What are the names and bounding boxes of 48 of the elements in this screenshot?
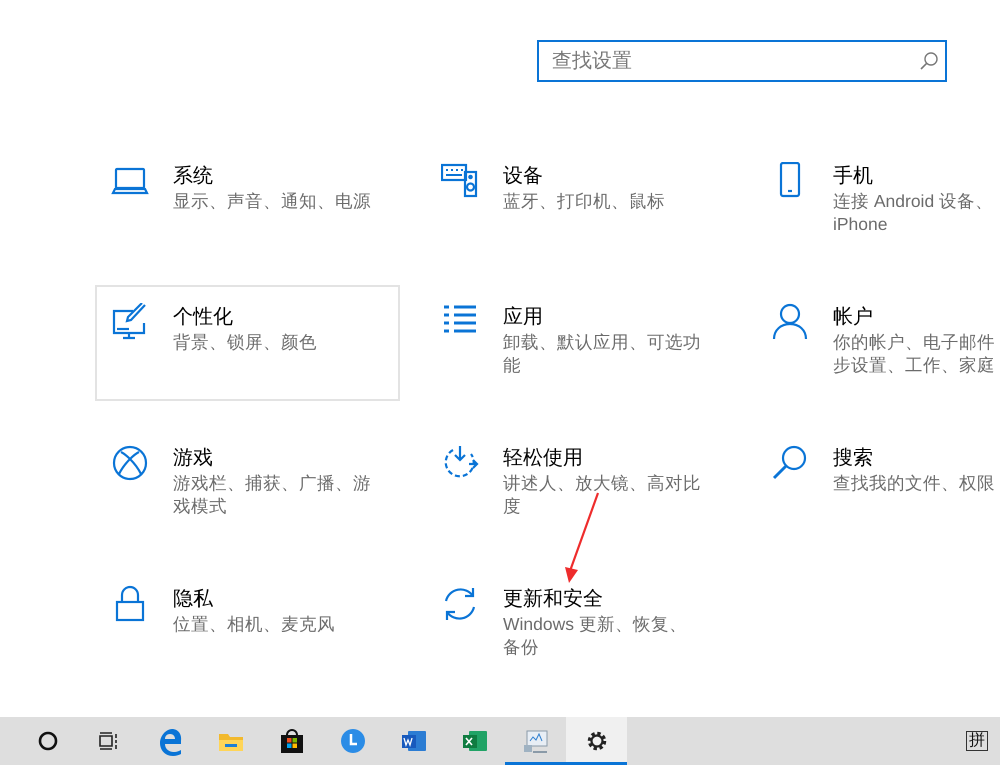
tile-description: 位置、相机、麦克风 (173, 613, 335, 636)
settings-tile[interactable]: 游戏 游戏栏、捕获、广播、游 戏模式 (95, 426, 400, 542)
settings-tile[interactable]: 搜索 查找我的文件、权限 (755, 426, 1000, 542)
xbox-icon (111, 444, 149, 482)
tile-description: 游戏栏、捕获、广播、游 (173, 472, 371, 495)
tile-description: 步设置、工作、家庭 (833, 354, 995, 377)
tile-description: 查找我的文件、权限 (833, 472, 995, 495)
keyboard-speaker-icon (441, 162, 479, 200)
tile-title: 设备 (503, 164, 543, 189)
taskbar-button[interactable] (566, 717, 627, 765)
tile-description: 戏模式 (173, 495, 227, 518)
settings-tile[interactable]: 帐户 你的帐户、电子邮件 步设置、工作、家庭 (755, 285, 1000, 401)
settings-tile[interactable]: 个性化 背景、锁屏、颜色 (95, 285, 400, 401)
tile-title: 应用 (503, 305, 543, 330)
settings-tile[interactable]: 轻松使用 讲述人、放大镜、高对比 度 (425, 426, 730, 542)
input-method-indicator[interactable]: 拼 (966, 731, 988, 751)
settings-tile[interactable]: 手机 连接 Android 设备、 iPhone (755, 144, 1000, 260)
tile-description: 你的帐户、电子邮件 (833, 331, 995, 354)
settings-tile[interactable]: 应用 卸载、默认应用、可选功 能 (425, 285, 730, 401)
tile-title: 系统 (173, 164, 213, 189)
tile-title: 帐户 (833, 305, 873, 330)
tile-description: iPhone (833, 213, 888, 236)
tile-description: 讲述人、放大镜、高对比 (503, 472, 701, 495)
search-icon (771, 444, 809, 482)
person-icon (771, 303, 809, 341)
tile-title: 个性化 (173, 305, 233, 330)
tile-description: 卸载、默认应用、可选功 (503, 331, 701, 354)
tile-description: Windows 更新、恢复、 (503, 613, 687, 636)
tile-description: 连接 Android 设备、 (833, 190, 994, 213)
settings-tile[interactable]: 隐私 位置、相机、麦克风 (95, 567, 400, 683)
tile-title: 轻松使用 (503, 446, 583, 471)
tile-description: 度 (503, 495, 521, 518)
tile-description: 备份 (503, 636, 539, 659)
tile-description: 能 (503, 354, 521, 377)
tile-title: 游戏 (173, 446, 213, 471)
tile-description: 背景、锁屏、颜色 (173, 331, 317, 354)
tile-title: 搜索 (833, 446, 873, 471)
settings-tile[interactable]: 更新和安全 Windows 更新、恢复、 备份 (425, 567, 730, 683)
tile-title: 更新和安全 (503, 587, 603, 612)
settings-tile[interactable]: 设备 蓝牙、打印机、鼠标 (425, 144, 730, 260)
tile-title: 隐私 (173, 587, 213, 612)
search-field[interactable]: 查找设置 (537, 40, 947, 82)
search-icon (919, 51, 939, 71)
tile-description: 蓝牙、打印机、鼠标 (503, 190, 665, 213)
monitor-brush-icon (111, 303, 149, 341)
tile-title: 手机 (833, 164, 873, 189)
tile-description: 显示、声音、通知、电源 (173, 190, 371, 213)
settings-tile[interactable]: 系统 显示、声音、通知、电源 (95, 144, 400, 260)
